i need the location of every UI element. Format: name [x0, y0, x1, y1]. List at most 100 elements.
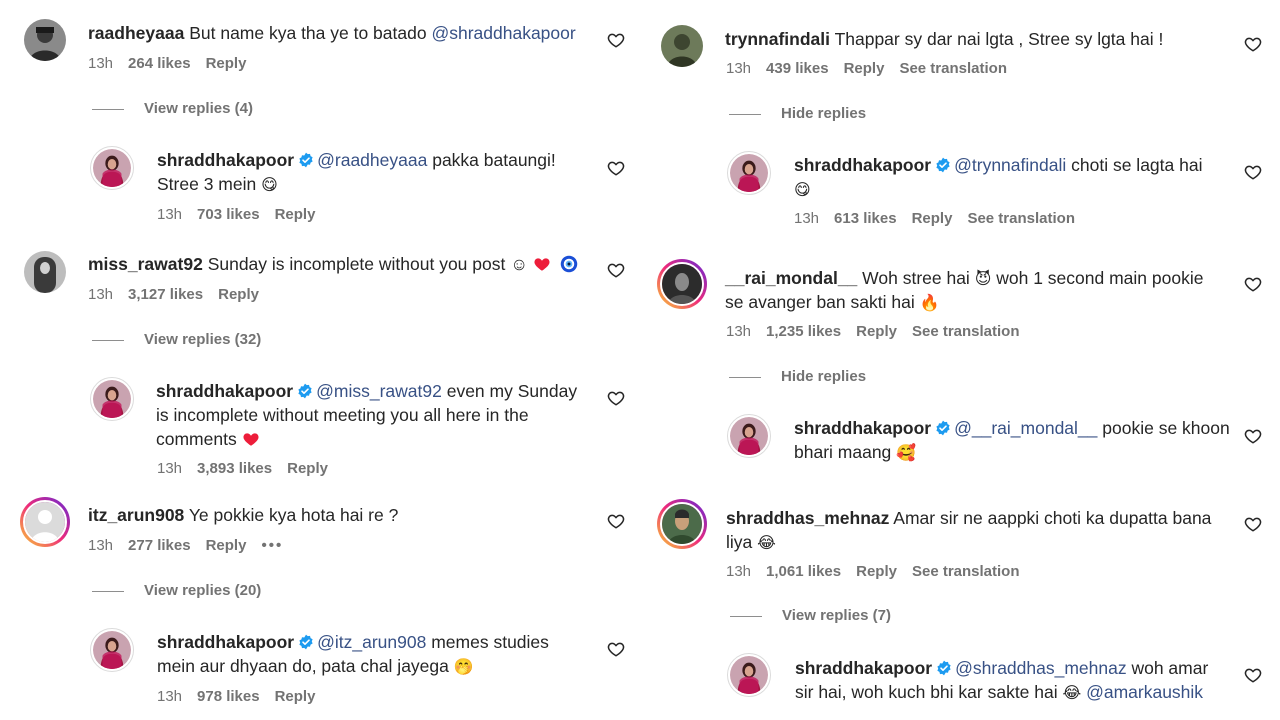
reply-body: pookie se khoon [1097, 418, 1230, 438]
user-photo-icon [24, 251, 66, 293]
reply-button[interactable]: Reply [856, 323, 897, 340]
comment-body: Thappar sy dar nai lgta , Stree sy lgta … [834, 29, 1164, 49]
see-translation-button[interactable]: See translation [899, 60, 1007, 77]
likes-count[interactable]: 1,235 likes [766, 323, 841, 340]
avatar[interactable] [90, 628, 134, 672]
comment-username[interactable]: trynnafindali [725, 29, 830, 49]
avatar[interactable] [727, 414, 771, 458]
likes-count[interactable]: 3,127 likes [128, 286, 203, 303]
see-translation-button[interactable]: See translation [967, 210, 1075, 227]
reply-body-line2: bhari maang [794, 442, 897, 462]
mention-link[interactable]: @trynnafindali [954, 155, 1066, 175]
mention-link[interactable]: @miss_rawat92 [316, 381, 442, 401]
reply-time: 13h [157, 460, 183, 477]
avatar[interactable] [727, 151, 771, 195]
likes-count[interactable]: 439 likes [766, 60, 829, 77]
comment-text: shraddhas_mehnaz Amar sir ne aappki chot… [726, 506, 1246, 554]
user-photo-icon [662, 264, 702, 304]
likes-count[interactable]: 1,061 likes [766, 563, 841, 580]
comment-username[interactable]: shraddhas_mehnaz [726, 508, 889, 528]
heart-icon[interactable] [1244, 515, 1262, 533]
comment-username[interactable]: __rai_mondal__ [725, 268, 857, 288]
reply-button[interactable]: Reply [275, 206, 316, 223]
reply-username[interactable]: shraddhakapoor [157, 632, 294, 652]
heart-icon[interactable] [607, 640, 625, 658]
likes-count[interactable]: 264 likes [128, 55, 191, 72]
reply-button[interactable]: Reply [206, 537, 247, 554]
reply-username[interactable]: shraddhakapoor [157, 150, 294, 170]
comment-username[interactable]: raadheyaaa [88, 23, 184, 43]
heart-icon[interactable] [607, 159, 625, 177]
mention-link[interactable]: @itz_arun908 [317, 632, 426, 652]
comment-body: Amar sir ne aappki choti ka dupatta bana [893, 508, 1212, 528]
reply-button[interactable]: Reply [844, 60, 885, 77]
heart-icon[interactable] [1244, 35, 1262, 53]
reply-body-line2: Stree 3 mein [157, 174, 262, 194]
comment-username[interactable]: itz_arun908 [88, 505, 184, 525]
see-translation-button[interactable]: See translation [912, 563, 1020, 580]
hide-replies-toggle[interactable]: Hide replies [729, 105, 866, 122]
likes-count[interactable]: 703 likes [197, 206, 260, 223]
reply-username[interactable]: shraddhakapoor [794, 418, 931, 438]
comment-body: But name kya tha ye to batado [189, 23, 432, 43]
see-translation-button[interactable]: See translation [912, 323, 1020, 340]
comment-username[interactable]: miss_rawat92 [88, 254, 203, 274]
red-heart-icon [243, 433, 259, 446]
avatar[interactable] [90, 146, 134, 190]
reply-button[interactable]: Reply [856, 563, 897, 580]
reply-username[interactable]: shraddhakapoor [794, 155, 931, 175]
reply-text: shraddhakapoor @__rai_mondal__ pookie se … [794, 416, 1234, 464]
comment-meta: 13h 277 likes Reply ••• [88, 537, 298, 554]
reply-button[interactable]: Reply [912, 210, 953, 227]
heart-icon[interactable] [607, 512, 625, 530]
view-replies-toggle[interactable]: View replies (20) [92, 582, 261, 599]
heart-icon[interactable] [607, 31, 625, 49]
view-replies-toggle[interactable]: View replies (32) [92, 331, 261, 348]
heart-icon[interactable] [1244, 427, 1262, 445]
reply-meta: 13h 613 likes Reply See translation [794, 210, 1090, 227]
default-avatar-icon [25, 502, 65, 542]
emoji: 😂 [1062, 685, 1082, 702]
avatar-story-ring[interactable] [657, 259, 707, 309]
likes-count[interactable]: 277 likes [128, 537, 191, 554]
reply-username[interactable]: shraddhakapoor [156, 381, 293, 401]
heart-icon[interactable] [607, 389, 625, 407]
heart-icon[interactable] [607, 261, 625, 279]
view-replies-toggle[interactable]: View replies (7) [730, 607, 891, 624]
reply-button[interactable]: Reply [206, 55, 247, 72]
avatar[interactable] [727, 653, 771, 697]
heart-icon[interactable] [1244, 163, 1262, 181]
heart-icon[interactable] [1244, 666, 1262, 684]
hide-replies-toggle[interactable]: Hide replies [729, 368, 866, 385]
reply-time: 13h [794, 210, 820, 227]
mention-link[interactable]: @raadheyaaa [317, 150, 427, 170]
emoji: 😋 [794, 182, 811, 199]
comment-meta: 13h 3,127 likes Reply [88, 286, 274, 303]
avatar-story-ring[interactable] [657, 499, 707, 549]
comment-body: Sunday is incomplete without you post ☺ [207, 254, 533, 274]
avatar-story-ring[interactable] [20, 497, 70, 547]
comment-text: trynnafindali Thappar sy dar nai lgta , … [725, 27, 1163, 51]
reply-button[interactable]: Reply [218, 286, 259, 303]
likes-count[interactable]: 613 likes [834, 210, 897, 227]
mention-link[interactable]: @__rai_mondal__ [954, 418, 1097, 438]
mention-link[interactable]: @shraddhakapoor [431, 23, 575, 43]
more-options-button[interactable]: ••• [261, 537, 283, 554]
avatar[interactable] [90, 377, 134, 421]
mention-link[interactable]: @shraddhas_mehnaz [955, 658, 1126, 678]
mention-link[interactable]: @amarkaushik [1086, 682, 1203, 702]
reply-username[interactable]: shraddhakapoor [795, 658, 932, 678]
likes-count[interactable]: 978 likes [197, 688, 260, 705]
view-replies-label: View replies (7) [782, 607, 891, 624]
avatar[interactable] [24, 19, 66, 61]
view-replies-toggle[interactable]: View replies (4) [92, 100, 253, 117]
reply-button[interactable]: Reply [275, 688, 316, 705]
avatar[interactable] [24, 251, 66, 293]
likes-count[interactable]: 3,893 likes [197, 460, 272, 477]
hide-replies-label: Hide replies [781, 105, 867, 122]
avatar[interactable] [661, 25, 703, 67]
reply-button[interactable]: Reply [287, 460, 328, 477]
reply-text: shraddhakapoor @itz_arun908 memes studies… [157, 630, 597, 678]
heart-icon[interactable] [1244, 275, 1262, 293]
comment-meta: 13h 1,235 likes Reply See translation [726, 323, 1035, 340]
